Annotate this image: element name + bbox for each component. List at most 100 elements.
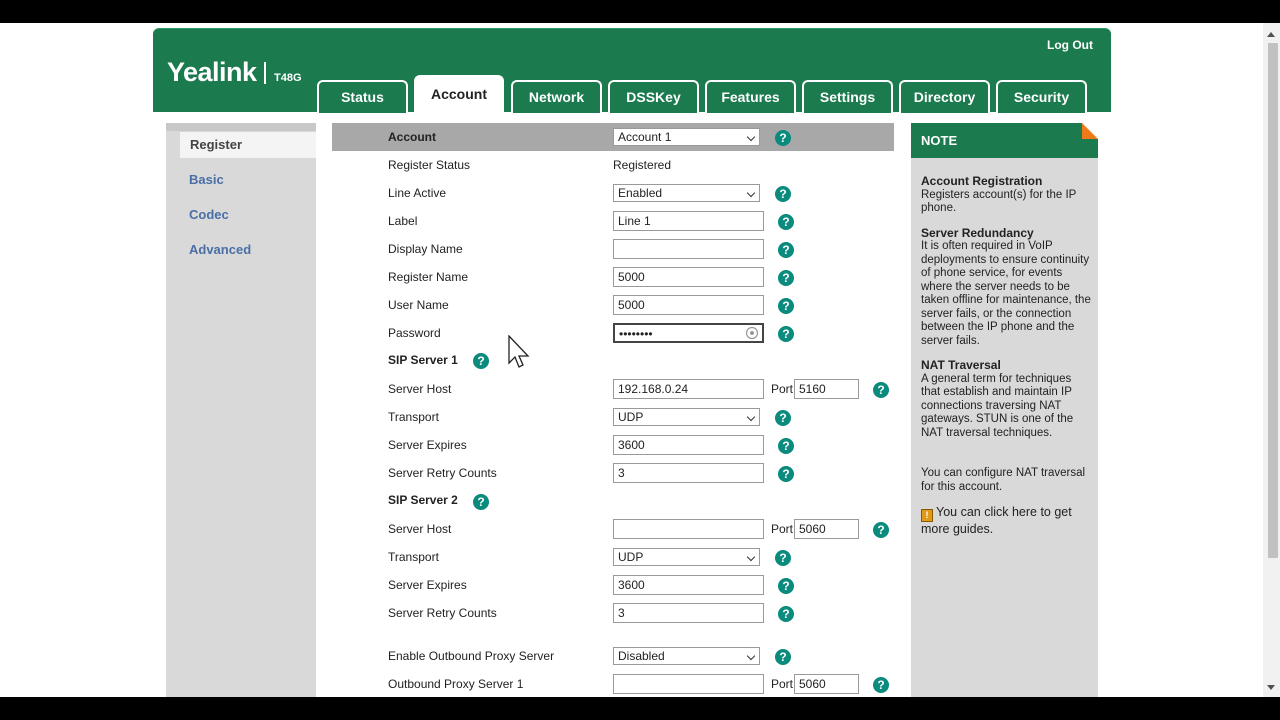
sip2-retry-input[interactable]: 3 — [613, 603, 764, 623]
nav-basic[interactable]: Basic — [166, 167, 316, 193]
guide-link[interactable]: ! You can click here to get more guides. — [921, 505, 1091, 537]
logout-link[interactable]: Log Out — [1047, 38, 1093, 52]
help-icon[interactable]: ? — [778, 606, 794, 622]
account-select[interactable]: Account 1 — [613, 128, 760, 146]
sip2-transport-select[interactable]: UDP — [613, 548, 760, 566]
register-name-input[interactable]: 5000 — [613, 267, 764, 287]
sip1-expires-label: Server Expires — [388, 438, 467, 452]
tab-settings[interactable]: Settings — [802, 80, 893, 113]
sip1-expires-input[interactable]: 3600 — [613, 435, 764, 455]
tab-security[interactable]: Security — [996, 80, 1087, 113]
sip-server-2-title: SIP Server 2 — [388, 493, 458, 507]
mouse-cursor-icon — [508, 335, 530, 368]
logo-separator — [264, 62, 266, 84]
help-icon[interactable]: ? — [775, 130, 791, 146]
line-active-label: Line Active — [388, 186, 447, 200]
tab-features[interactable]: Features — [705, 80, 796, 113]
password-input[interactable]: •••••••• — [613, 323, 764, 343]
left-nav: Register Basic Codec Advanced — [166, 123, 316, 697]
account-select-value: Account 1 — [618, 130, 672, 144]
sip1-host-input[interactable]: 192.168.0.24 — [613, 379, 764, 399]
display-name-input[interactable] — [613, 239, 764, 259]
note-section-text: Registers account(s) for the IP phone. — [921, 188, 1077, 215]
help-icon[interactable]: ? — [873, 677, 889, 693]
help-icon[interactable]: ? — [473, 494, 489, 510]
label-input[interactable]: Line 1 — [613, 211, 764, 231]
sip1-transport-value: UDP — [618, 410, 644, 424]
model-label: T48G — [274, 72, 302, 84]
note-section-title: Account Registration — [921, 174, 1043, 188]
sip2-transport-value: UDP — [618, 550, 644, 564]
help-icon[interactable]: ? — [778, 298, 794, 314]
nav-register[interactable]: Register — [180, 132, 316, 158]
sip1-retry-input[interactable]: 3 — [613, 463, 764, 483]
account-label: Account — [388, 130, 436, 144]
tab-account[interactable]: Account — [414, 75, 504, 113]
sip1-retry-label: Server Retry Counts — [388, 466, 497, 480]
help-icon[interactable]: ? — [775, 550, 791, 566]
chevron-down-icon — [746, 132, 756, 142]
help-icon[interactable]: ? — [778, 438, 794, 454]
password-label: Password — [388, 326, 441, 340]
header-bar: Yealink T48G Log Out Status Account Netw… — [153, 28, 1111, 113]
label-label: Label — [388, 214, 418, 228]
help-icon[interactable]: ? — [775, 186, 791, 202]
scroll-thumb[interactable] — [1268, 43, 1278, 558]
outbound-enable-value: Disabled — [618, 649, 665, 663]
scroll-up-icon[interactable] — [1267, 32, 1275, 37]
guide-book-icon: ! — [921, 509, 933, 522]
tab-network[interactable]: Network — [511, 80, 602, 113]
sip2-expires-input[interactable]: 3600 — [613, 575, 764, 595]
tab-directory[interactable]: Directory — [899, 80, 990, 113]
outbound1-input[interactable] — [613, 674, 764, 694]
help-icon[interactable]: ? — [778, 326, 794, 342]
sip2-host-input[interactable] — [613, 519, 764, 539]
note-section-text: It is often required in VoIP deployments… — [921, 240, 1091, 347]
help-icon[interactable]: ? — [778, 214, 794, 230]
nav-advanced[interactable]: Advanced — [166, 237, 316, 263]
tab-status[interactable]: Status — [317, 80, 408, 113]
note-body: Account Registration Registers account(s… — [921, 174, 1091, 548]
sip1-host-label: Server Host — [388, 382, 452, 396]
help-icon[interactable]: ? — [775, 410, 791, 426]
nav-codec[interactable]: Codec — [166, 202, 316, 228]
register-name-label: Register Name — [388, 270, 469, 284]
help-icon[interactable]: ? — [473, 353, 489, 369]
help-icon[interactable]: ? — [778, 270, 794, 286]
outbound-enable-select[interactable]: Disabled — [613, 647, 760, 665]
sip1-transport-select[interactable]: UDP — [613, 408, 760, 426]
register-status-value: Registered — [613, 158, 672, 172]
outbound1-port-label: Port — [771, 677, 794, 691]
help-icon[interactable]: ? — [778, 466, 794, 482]
note-panel: NOTE Account Registration Registers acco… — [911, 123, 1098, 697]
outbound1-label: Outbound Proxy Server 1 — [388, 677, 524, 691]
help-icon[interactable]: ? — [873, 382, 889, 398]
help-icon[interactable]: ? — [778, 242, 794, 258]
chevron-down-icon — [746, 412, 756, 422]
help-icon[interactable]: ? — [873, 522, 889, 538]
sip2-port-input[interactable]: 5060 — [794, 519, 859, 539]
sip2-host-label: Server Host — [388, 522, 452, 536]
note-nat-text: You can configure NAT traversal for this… — [921, 467, 1086, 493]
scroll-down-icon[interactable] — [1267, 685, 1275, 690]
help-icon[interactable]: ? — [775, 649, 791, 665]
line-active-value: Enabled — [618, 186, 663, 200]
sip2-expires-label: Server Expires — [388, 578, 467, 592]
tab-dsskey[interactable]: DSSKey — [608, 80, 699, 113]
password-reveal-icon[interactable] — [745, 326, 759, 340]
chevron-down-icon — [746, 651, 756, 661]
register-status-label: Register Status — [388, 158, 471, 172]
note-section-title: NAT Traversal — [921, 358, 1001, 372]
sip1-port-input[interactable]: 5160 — [794, 379, 859, 399]
display-name-label: Display Name — [388, 242, 463, 256]
outbound1-port-input[interactable]: 5060 — [794, 674, 859, 694]
line-active-select[interactable]: Enabled — [613, 184, 760, 202]
help-icon[interactable]: ? — [778, 578, 794, 594]
chevron-down-icon — [746, 552, 756, 562]
sip1-transport-label: Transport — [388, 410, 439, 424]
user-name-input[interactable]: 5000 — [613, 295, 764, 315]
chevron-down-icon — [746, 188, 756, 198]
outbound-enable-label: Enable Outbound Proxy Server — [388, 649, 555, 663]
yealink-logo: Yealink — [167, 57, 257, 87]
vertical-scrollbar[interactable] — [1263, 23, 1280, 697]
